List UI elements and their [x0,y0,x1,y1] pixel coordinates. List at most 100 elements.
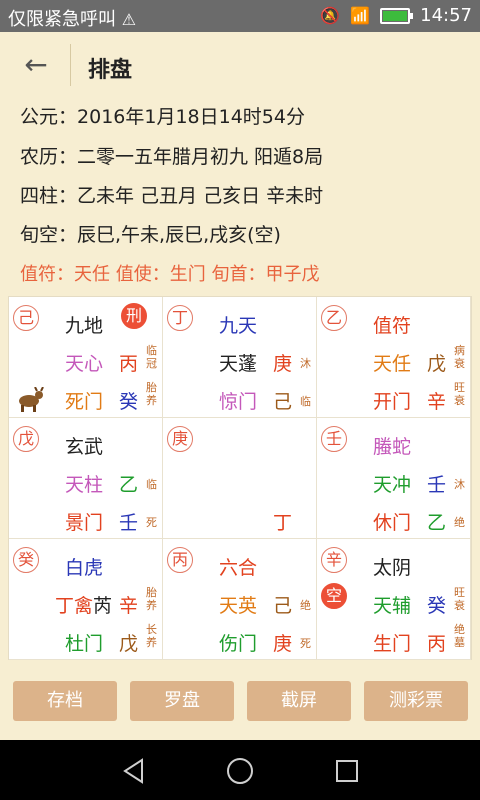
palace-5[interactable]: 庚 丁 [163,418,317,539]
deity: 值符 [373,315,412,337]
qimen-grid: 己 刑 九地 天心 丙 临冠 死门 癸 胎养 丁 九天 天蓬 庚 沐 惊门 己 … [8,296,472,660]
battery-icon [380,7,414,24]
screenshot-button[interactable]: 截屏 [247,681,351,721]
door-state: 长养 [146,623,157,649]
door-state: 旺衰 [454,381,465,407]
star-state: 绝 [300,599,311,612]
door-gan: 丁 [273,512,293,534]
door-gan: 辛 [427,391,447,413]
star-state: 旺衰 [454,586,465,612]
door-state: 临 [300,395,311,408]
carrier-text: 仅限紧急呼叫 [8,9,116,30]
star-gan: 己 [273,595,293,617]
star-gan: 庚 [273,353,293,375]
nav-home-icon[interactable] [227,758,253,784]
palace-gan: 乙 [321,305,347,331]
gongyuan-row: 公元：2016年1月18日14时54分 [20,102,305,129]
sizhu-row: 四柱：乙未年 己丑月 己亥日 辛未时 [20,181,323,208]
star: 天柱 [65,474,104,496]
palace-7[interactable]: 癸 白虎 丁禽芮 辛 胎养 杜门 戊 长养 [9,539,163,660]
xunkong-row: 旬空：辰巳,午未,辰巳,戌亥(空) [20,220,281,247]
door: 死门 [65,391,104,413]
star-state: 沐 [300,357,311,370]
wifi-icon: 📶 [350,6,371,25]
back-arrow-icon: ← [24,48,48,81]
star: 天英 [219,595,258,617]
star: 天冲 [373,474,412,496]
star: 天蓬 [219,353,258,375]
status-bar: 仅限紧急呼叫 ⚠ 🔕 📶 14:57 [0,0,480,32]
palace-gan: 壬 [321,426,347,452]
nongli-label: 农历： [20,146,78,168]
door-gan: 己 [273,391,293,413]
xing-badge: 刑 [121,303,147,329]
nongli-value: 二零一五年腊月初九 阳遁8局 [77,146,324,168]
mute-icon: 🔕 [320,6,341,25]
gongyuan-label: 公元： [20,106,78,128]
deity: 玄武 [65,436,104,458]
deity: 白虎 [65,557,104,579]
star-state: 沐 [454,478,465,491]
palace-gan: 辛 [321,547,347,573]
palace-6[interactable]: 壬 螣蛇 天冲 壬 沐 休门 乙 绝 [317,418,471,539]
door-state: 死 [300,637,311,650]
star-gan: 辛 [119,595,139,617]
palace-8[interactable]: 丙 六合 天英 己 绝 伤门 庚 死 [163,539,317,660]
lottery-button[interactable]: 测彩票 [364,681,468,721]
palace-4[interactable]: 戊 玄武 天柱 乙 临 景门 壬 死 [9,418,163,539]
door-gan: 癸 [119,391,139,413]
door-gan: 壬 [119,512,139,534]
palace-gan: 庚 [167,426,193,452]
star: 天任 [373,353,412,375]
deity: 太阴 [373,557,412,579]
door: 杜门 [65,633,104,655]
gongyuan-value: 2016年1月18日14时54分 [77,106,305,128]
star: 天辅 [373,595,412,617]
title-bar: ← 排盘 [0,32,480,98]
star-gan: 乙 [119,474,139,496]
sizhu-label: 四柱： [20,185,78,207]
palace-2[interactable]: 丁 九天 天蓬 庚 沐 惊门 己 临 [163,297,317,418]
star-gan: 癸 [427,595,447,617]
star-state: 临冠 [146,344,157,370]
palace-gan: 丙 [167,547,193,573]
header-divider [70,44,71,86]
door: 景门 [65,512,104,534]
star-gan: 丙 [119,353,139,375]
star-state: 病衰 [454,344,465,370]
status-time: 14:57 [420,5,472,26]
navigation-bar [0,740,480,800]
palace-gan: 戊 [13,426,39,452]
door: 开门 [373,391,412,413]
nav-back-icon[interactable] [120,757,148,785]
palace-gan: 己 [13,305,39,331]
back-button[interactable]: ← [16,48,56,82]
door-gan: 戊 [119,633,139,655]
door-state: 绝墓 [454,623,465,649]
star-state: 胎养 [146,586,157,612]
nav-recent-icon[interactable] [336,760,358,782]
palace-3[interactable]: 乙 值符 天任 戊 病衰 开门 辛 旺衰 [317,297,471,418]
page-title: 排盘 [88,58,133,83]
door: 惊门 [219,391,258,413]
compass-button[interactable]: 罗盘 [130,681,234,721]
palace-9[interactable]: 辛 空 太阴 天辅 癸 旺衰 生门 丙 绝墓 [317,539,471,660]
star-gan: 戊 [427,353,447,375]
palace-gan: 丁 [167,305,193,331]
palace-1[interactable]: 己 刑 九地 天心 丙 临冠 死门 癸 胎养 [9,297,163,418]
door: 伤门 [219,633,258,655]
save-button[interactable]: 存档 [13,681,117,721]
door: 生门 [373,633,412,655]
deity: 螣蛇 [373,436,412,458]
door: 休门 [373,512,412,534]
door-gan: 庚 [273,633,293,655]
star: 丁禽芮 [55,595,113,617]
palace-gan: 癸 [13,547,39,573]
zhifu-row: 值符：天任 值使：生门 旬首：甲子戊 [20,264,320,285]
door-state: 死 [146,516,157,529]
door-gan: 乙 [427,512,447,534]
nongli-row: 农历：二零一五年腊月初九 阳遁8局 [20,142,323,169]
deity: 六合 [219,557,258,579]
star: 天心 [65,353,104,375]
star-state: 临 [146,478,157,491]
